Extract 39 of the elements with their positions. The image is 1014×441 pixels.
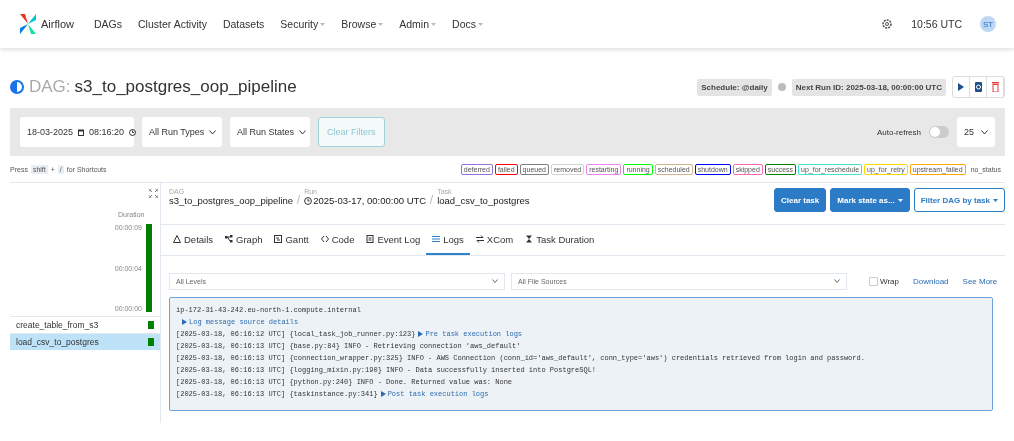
see-more-link[interactable]: See More bbox=[962, 276, 998, 286]
run-state-select[interactable]: All Run States bbox=[230, 117, 310, 147]
dag-name: s3_to_postgres_oop_pipeline bbox=[74, 77, 297, 97]
task-name: load_csv_to_postgres bbox=[16, 337, 99, 347]
brand-name[interactable]: Airflow bbox=[41, 18, 74, 30]
run-type-select[interactable]: All Run Types bbox=[142, 117, 222, 147]
tab[interactable]: Code bbox=[314, 225, 361, 255]
nav-menu-item[interactable]: Docs bbox=[452, 18, 483, 30]
clear-task-button[interactable]: Clear task bbox=[774, 188, 827, 212]
time-menu[interactable]: 10:56 UTC bbox=[911, 18, 962, 30]
tab[interactable]: Gantt bbox=[268, 225, 315, 255]
run-count-select[interactable]: 25 bbox=[957, 117, 995, 147]
nav-menu-item[interactable]: Admin bbox=[399, 18, 437, 30]
breadcrumb-link[interactable]: 2025-03-17, 00:00:00 UTC bbox=[304, 195, 427, 206]
nav-menu-item[interactable]: Browse bbox=[341, 18, 384, 30]
nav-menu-item[interactable]: Cluster Activity bbox=[138, 18, 207, 30]
tab[interactable]: Details bbox=[167, 225, 220, 255]
next-run-badge: Next Run ID: 2025-03-18, 00:00:00 UTC bbox=[791, 78, 946, 96]
filter-dag-button[interactable]: Filter DAG by task bbox=[913, 188, 1005, 212]
tab[interactable]: Event Log bbox=[360, 225, 427, 255]
breadcrumb-link[interactable]: s3_to_postgres_oop_pipeline bbox=[169, 195, 294, 206]
wrap-label: Wrap bbox=[880, 276, 899, 286]
nav-menu-item[interactable]: DAGs bbox=[94, 18, 123, 30]
dag-label: DAG: bbox=[29, 77, 71, 97]
tab[interactable]: Graph bbox=[219, 225, 269, 255]
tab[interactable]: XCom bbox=[469, 225, 520, 255]
date-time-field[interactable]: 18-03-2025 08:16:20 bbox=[20, 117, 134, 147]
breadcrumb-link[interactable]: load_csv_to_postgres bbox=[437, 195, 530, 206]
schedule-badge: Schedule: @daily bbox=[697, 78, 772, 96]
task-name: create_table_from_s3 bbox=[16, 320, 99, 330]
nav-menu-item[interactable]: Security bbox=[280, 18, 326, 30]
user-avatar[interactable]: ST bbox=[980, 16, 996, 32]
nav-menu-item[interactable]: Datasets bbox=[222, 18, 265, 30]
task-row[interactable]: load_csv_to_postgres bbox=[10, 333, 160, 350]
mark-state-button[interactable]: Mark state as... bbox=[830, 188, 910, 212]
auto-refresh-label: Auto-refresh bbox=[876, 127, 921, 137]
tab[interactable]: Logs bbox=[426, 225, 470, 255]
download-link[interactable]: Download bbox=[912, 276, 949, 286]
tab[interactable]: Task Duration bbox=[519, 225, 601, 255]
